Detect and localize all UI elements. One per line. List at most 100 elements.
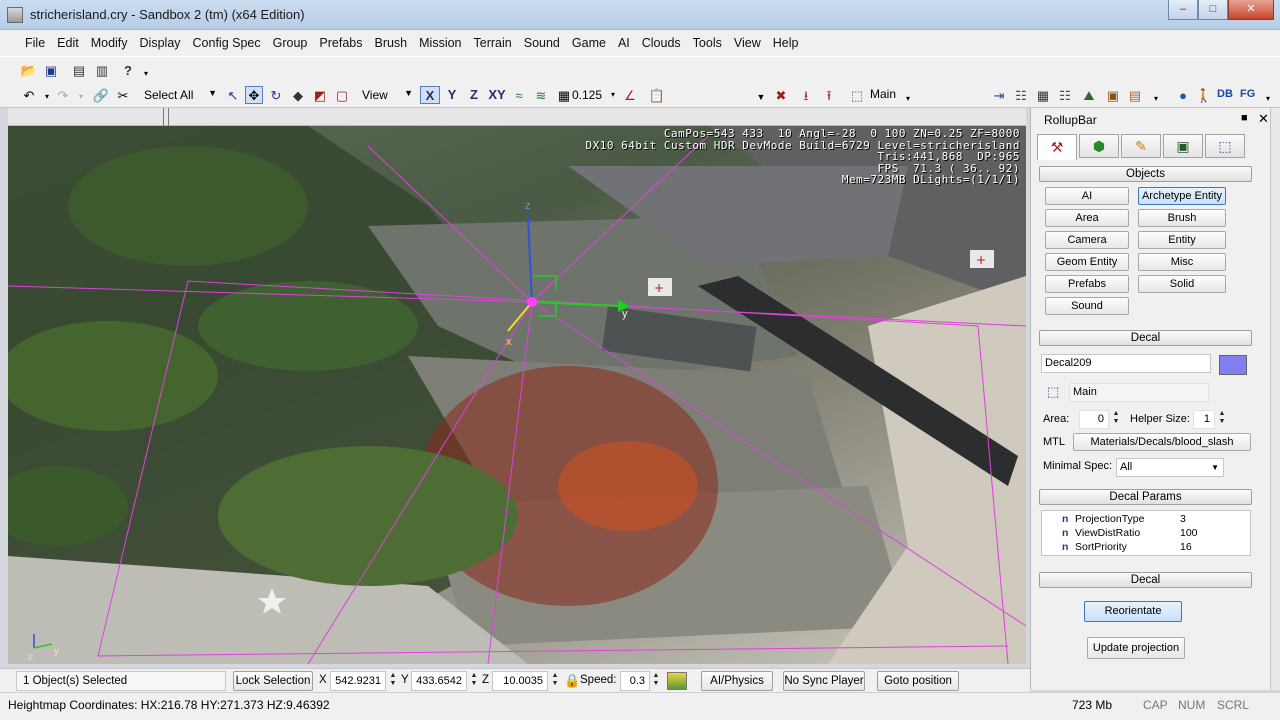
- menu-display[interactable]: Display: [137, 36, 190, 50]
- grid-size-dropdown-icon[interactable]: ▾: [604, 86, 622, 104]
- object-snap-icon[interactable]: ≋: [532, 86, 550, 104]
- terrain-snap-icon[interactable]: ≈: [510, 86, 528, 104]
- perspective-viewport[interactable]: + + CamPos=543 433 10 Angl=-28 0 100 ZN=…: [8, 126, 1026, 664]
- tab-create-objects[interactable]: ⚒: [1037, 134, 1077, 160]
- create-brush-button[interactable]: Brush: [1138, 209, 1226, 227]
- open-icon[interactable]: 📂: [20, 61, 38, 79]
- create-camera-button[interactable]: Camera: [1045, 231, 1129, 249]
- param-row[interactable]: n ProjectionType 3: [1042, 512, 1250, 526]
- database-icon[interactable]: ☷: [1056, 86, 1074, 104]
- axis-y-button[interactable]: Y: [443, 86, 461, 104]
- menu-brush[interactable]: Brush: [371, 36, 416, 50]
- helper-size-spinner[interactable]: ▲ ▼: [1217, 410, 1227, 428]
- material-button[interactable]: Materials/Decals/blood_slash: [1073, 433, 1251, 451]
- menu-view[interactable]: View: [731, 36, 770, 50]
- selection-filter-dropdown[interactable]: Select All ▼: [140, 85, 220, 105]
- toolbar-overflow-icon[interactable]: ▾: [140, 65, 152, 83]
- x-coord-spinner[interactable]: ▲ ▼: [388, 672, 398, 690]
- minimize-button[interactable]: –: [1168, 0, 1198, 20]
- menu-group[interactable]: Group: [270, 36, 317, 50]
- maximize-button[interactable]: □: [1198, 0, 1228, 20]
- terrain-follow-icon[interactable]: [667, 672, 687, 690]
- menu-edit[interactable]: Edit: [54, 36, 88, 50]
- param-row[interactable]: n ViewDistRatio 100: [1042, 526, 1250, 540]
- tab-layers[interactable]: ⬚: [1205, 134, 1245, 158]
- flowgraph-icon[interactable]: ▣: [1104, 86, 1122, 104]
- app-icon[interactable]: [7, 7, 23, 23]
- selection-set-dropdown-icon[interactable]: ▼: [752, 88, 770, 106]
- object-layer-field[interactable]: Main: [1069, 383, 1209, 402]
- ai-physics-button[interactable]: AI/Physics: [701, 671, 773, 691]
- toolbar-overflow-icon[interactable]: ▾: [1262, 90, 1274, 108]
- speed-input[interactable]: 0.3: [620, 671, 650, 691]
- tab-modeling[interactable]: ✎: [1121, 134, 1161, 158]
- current-layer-label[interactable]: Main: [870, 87, 896, 101]
- tab-terrain[interactable]: ⬢: [1079, 134, 1119, 158]
- speed-spinner[interactable]: ▲ ▼: [651, 672, 661, 690]
- undo-icon[interactable]: ↶: [20, 86, 38, 104]
- character-icon[interactable]: 🚶: [1195, 86, 1213, 104]
- move-icon[interactable]: ✥: [245, 86, 263, 104]
- delete-selection-icon[interactable]: ✖: [772, 86, 790, 104]
- menu-modify[interactable]: Modify: [88, 36, 137, 50]
- rollup-scrollbar[interactable]: [1270, 108, 1280, 690]
- rotate-icon[interactable]: ↻: [267, 86, 285, 104]
- close-button[interactable]: ✕: [1228, 0, 1274, 20]
- material-icon[interactable]: ▤: [1126, 86, 1144, 104]
- x-coord-input[interactable]: 542.9231: [330, 671, 386, 691]
- grid-snap-icon[interactable]: ▦: [555, 86, 573, 104]
- globe-icon[interactable]: ●: [1174, 86, 1192, 104]
- z-coord-input[interactable]: 10.0035: [492, 671, 548, 691]
- reference-coord-dropdown[interactable]: View ▼: [358, 85, 416, 105]
- axis-xy-button[interactable]: XY: [485, 86, 509, 104]
- angle-snap-icon[interactable]: ∠: [621, 86, 639, 104]
- menu-terrain[interactable]: Terrain: [471, 36, 521, 50]
- area-input[interactable]: 0: [1079, 410, 1109, 429]
- select-terrain-icon[interactable]: ◩: [311, 86, 329, 104]
- create-area-button[interactable]: Area: [1045, 209, 1129, 227]
- create-archetype-entity-button[interactable]: Archetype Entity: [1138, 187, 1226, 205]
- goto-position-button[interactable]: Goto position: [877, 671, 959, 691]
- decal-section-header[interactable]: Decal: [1039, 330, 1252, 346]
- menu-clouds[interactable]: Clouds: [639, 36, 690, 50]
- menu-game[interactable]: Game: [569, 36, 615, 50]
- objects-section-header[interactable]: Objects: [1039, 166, 1252, 182]
- axis-z-button[interactable]: Z: [465, 86, 483, 104]
- menu-sound[interactable]: Sound: [521, 36, 569, 50]
- database-view-button[interactable]: DB: [1217, 88, 1233, 100]
- table-icon[interactable]: ▦: [1034, 86, 1052, 104]
- no-sync-player-button[interactable]: No Sync Player: [783, 671, 865, 691]
- param-value[interactable]: 16: [1180, 540, 1192, 554]
- reorientate-button[interactable]: Reorientate: [1084, 601, 1182, 622]
- helper-size-input[interactable]: 1: [1193, 410, 1215, 429]
- flowgraph-button[interactable]: FG: [1240, 88, 1255, 100]
- scale-icon[interactable]: ◆: [289, 86, 307, 104]
- terrain-icon[interactable]: ⛰: [1080, 86, 1098, 104]
- import-icon[interactable]: ▥: [93, 61, 111, 79]
- select-arrow-icon[interactable]: ↖: [224, 86, 242, 104]
- create-ai-button[interactable]: AI: [1045, 187, 1129, 205]
- menu-tools[interactable]: Tools: [690, 36, 731, 50]
- menu-ai[interactable]: AI: [615, 36, 639, 50]
- create-sound-button[interactable]: Sound: [1045, 297, 1129, 315]
- notes-icon[interactable]: 📋: [648, 86, 666, 104]
- save-icon[interactable]: ▣: [42, 61, 60, 79]
- param-value[interactable]: 3: [1180, 512, 1186, 526]
- link-icon[interactable]: 🔗: [92, 86, 110, 104]
- help-icon[interactable]: ?: [119, 61, 137, 79]
- create-entity-button[interactable]: Entity: [1138, 231, 1226, 249]
- pin-icon[interactable]: ■: [1241, 112, 1248, 124]
- lock-selection-button[interactable]: Lock Selection: [233, 671, 313, 691]
- close-icon[interactable]: ✕: [1258, 111, 1269, 127]
- axis-x-button[interactable]: X: [420, 86, 440, 104]
- toolbar-overflow-icon[interactable]: ▾: [1150, 90, 1162, 108]
- object-name-field[interactable]: Decal209: [1041, 354, 1211, 373]
- redo-dropdown-icon[interactable]: ▾: [72, 88, 90, 106]
- grid-size-value[interactable]: 0.125: [572, 88, 602, 102]
- align-icon[interactable]: ⭳: [797, 86, 815, 104]
- goto-icon[interactable]: ⇥: [990, 86, 1008, 104]
- tab-display[interactable]: ▣: [1163, 134, 1203, 158]
- y-coord-spinner[interactable]: ▲ ▼: [469, 672, 479, 690]
- layer-icon[interactable]: ⬚: [848, 86, 866, 104]
- create-solid-button[interactable]: Solid: [1138, 275, 1226, 293]
